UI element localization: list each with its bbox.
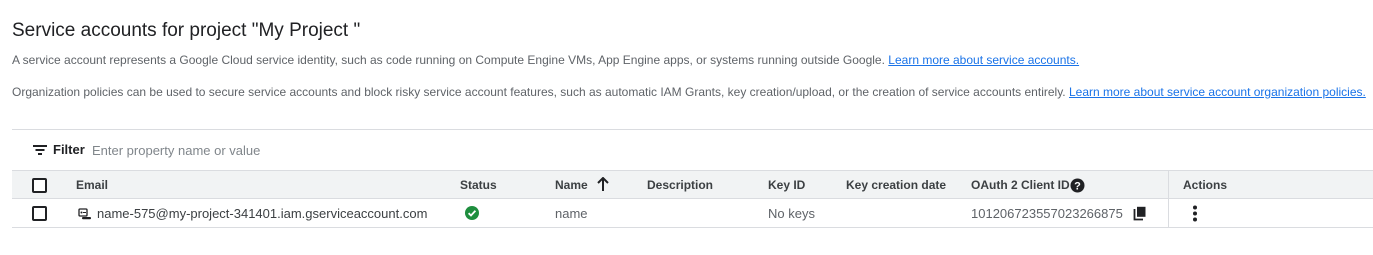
table-header: Email Status Name Description Key ID Key… (12, 170, 1373, 199)
column-header-actions: Actions (1183, 178, 1228, 192)
column-header-name[interactable]: Name (555, 178, 588, 192)
more-vert-icon[interactable] (1192, 205, 1198, 222)
service-account-description: A service account represents a Google Cl… (12, 53, 1079, 67)
table-row: name-575@my-project-341401.iam.gservicea… (12, 199, 1373, 228)
copy-icon[interactable] (1133, 206, 1147, 221)
row-email[interactable]: name-575@my-project-341401.iam.gservicea… (97, 206, 427, 221)
check-circle-icon (465, 206, 479, 220)
column-header-key-id[interactable]: Key ID (768, 178, 805, 192)
org-policies-description-text: Organization policies can be used to sec… (12, 85, 1066, 99)
select-all-checkbox[interactable] (32, 178, 47, 193)
filter-list-icon[interactable] (32, 143, 48, 157)
filter-bar: Filter (12, 130, 1373, 170)
row-name: name (555, 206, 588, 221)
actions-column-divider (1168, 199, 1169, 227)
page-title: Service accounts for project "My Project… (12, 20, 361, 41)
column-header-oauth-client-id[interactable]: OAuth 2 Client ID (971, 178, 1070, 192)
org-policies-description: Organization policies can be used to sec… (12, 85, 1366, 99)
actions-column-divider (1168, 171, 1169, 198)
help-circle-icon[interactable]: ? (1070, 178, 1085, 193)
learn-more-org-policies-link[interactable]: Learn more about service account organiz… (1069, 85, 1366, 99)
column-header-email[interactable]: Email (76, 178, 108, 192)
service-account-description-text: A service account represents a Google Cl… (12, 53, 885, 67)
row-checkbox[interactable] (32, 206, 47, 221)
column-header-description[interactable]: Description (647, 178, 713, 192)
column-header-status[interactable]: Status (460, 178, 497, 192)
learn-more-service-accounts-link[interactable]: Learn more about service accounts. (888, 53, 1079, 67)
service-account-icon (78, 208, 91, 220)
filter-label[interactable]: Filter (53, 142, 85, 157)
column-header-key-creation-date[interactable]: Key creation date (846, 178, 946, 192)
arrow-upward-icon[interactable] (596, 177, 610, 192)
row-key-id: No keys (768, 206, 815, 221)
filter-input[interactable] (92, 138, 592, 162)
svg-text:?: ? (1074, 181, 1081, 193)
service-accounts-table: Email Status Name Description Key ID Key… (12, 170, 1373, 228)
row-oauth-client-id: 101206723557023266875 (971, 206, 1123, 221)
